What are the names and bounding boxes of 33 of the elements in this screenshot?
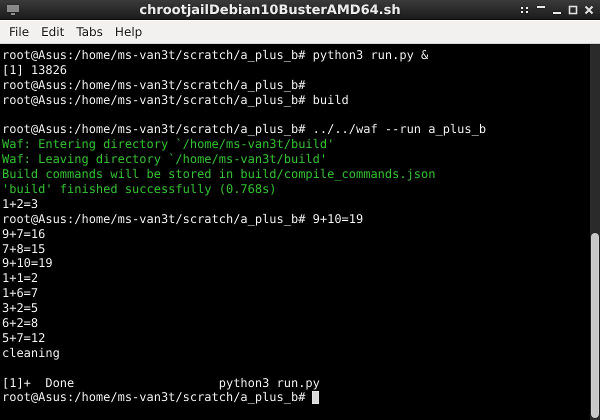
monitor-icon (6, 4, 20, 16)
terminal-line: root@Asus:/home/ms-van3t/scratch/a_plus_b# 9+10=19 (2, 212, 364, 227)
prompt-line: root@Asus:/home/ms-van3t/scratch/a_plus_b# (2, 390, 306, 406)
terminal-line: 6+2=8 (2, 316, 38, 331)
terminal-line: 3+2=5 (2, 301, 38, 316)
window-title: chrootjailDebian10BusterAMD64.sh (138, 2, 402, 18)
grid-dots-icon[interactable] (520, 5, 530, 15)
terminal-line: root@Asus:/home/ms-van3t/scratch/a_plus_b# build (2, 92, 349, 108)
terminal-line: 'build' finished successfully (0.768s) (2, 182, 277, 197)
terminal-line: 9+7=16 (2, 226, 46, 242)
terminal-line: Build commands will be stored in build/compile_commands.json (2, 167, 436, 182)
terminal-line: 7+8=15 (2, 242, 46, 256)
text-cursor (312, 391, 320, 404)
terminal-line: 9+10=19 (2, 256, 53, 272)
terminal-line: 5+7=12 (2, 330, 46, 346)
terminal-line: cleaning (2, 346, 60, 361)
scrollbar-thumb[interactable] (591, 233, 599, 418)
maximize-icon[interactable] (568, 5, 578, 15)
terminal-line: root@Asus:/home/ms-van3t/scratch/a_plus_b# ../../waf --run a_plus_b (2, 122, 486, 138)
close-icon[interactable] (584, 5, 594, 15)
terminal-line: Waf: Leaving directory `/home/ms-van3t/build' (2, 152, 328, 168)
menu-item[interactable]: Edit (35, 22, 70, 42)
terminal-line: 1+6=7 (2, 286, 38, 302)
menu-item[interactable]: Tabs (70, 22, 109, 42)
terminal-line: [1]+ Done python3 run.py (2, 376, 320, 390)
terminal-line: 1+2=3 (2, 196, 38, 212)
terminal-line: root@Asus:/home/ms-van3t/scratch/a_plus_b# python3 run.py & (2, 48, 428, 63)
menu-item[interactable]: File (3, 22, 36, 42)
menu-item[interactable]: Help (108, 22, 148, 42)
terminal-line: 1+1=2 (2, 271, 38, 286)
terminal-line: root@Asus:/home/ms-van3t/scratch/a_plus_b# (2, 78, 306, 93)
terminal-line: Waf: Entering directory `/home/ms-van3t/build' (2, 137, 334, 152)
terminal-line: [1] 13826 (2, 62, 68, 78)
